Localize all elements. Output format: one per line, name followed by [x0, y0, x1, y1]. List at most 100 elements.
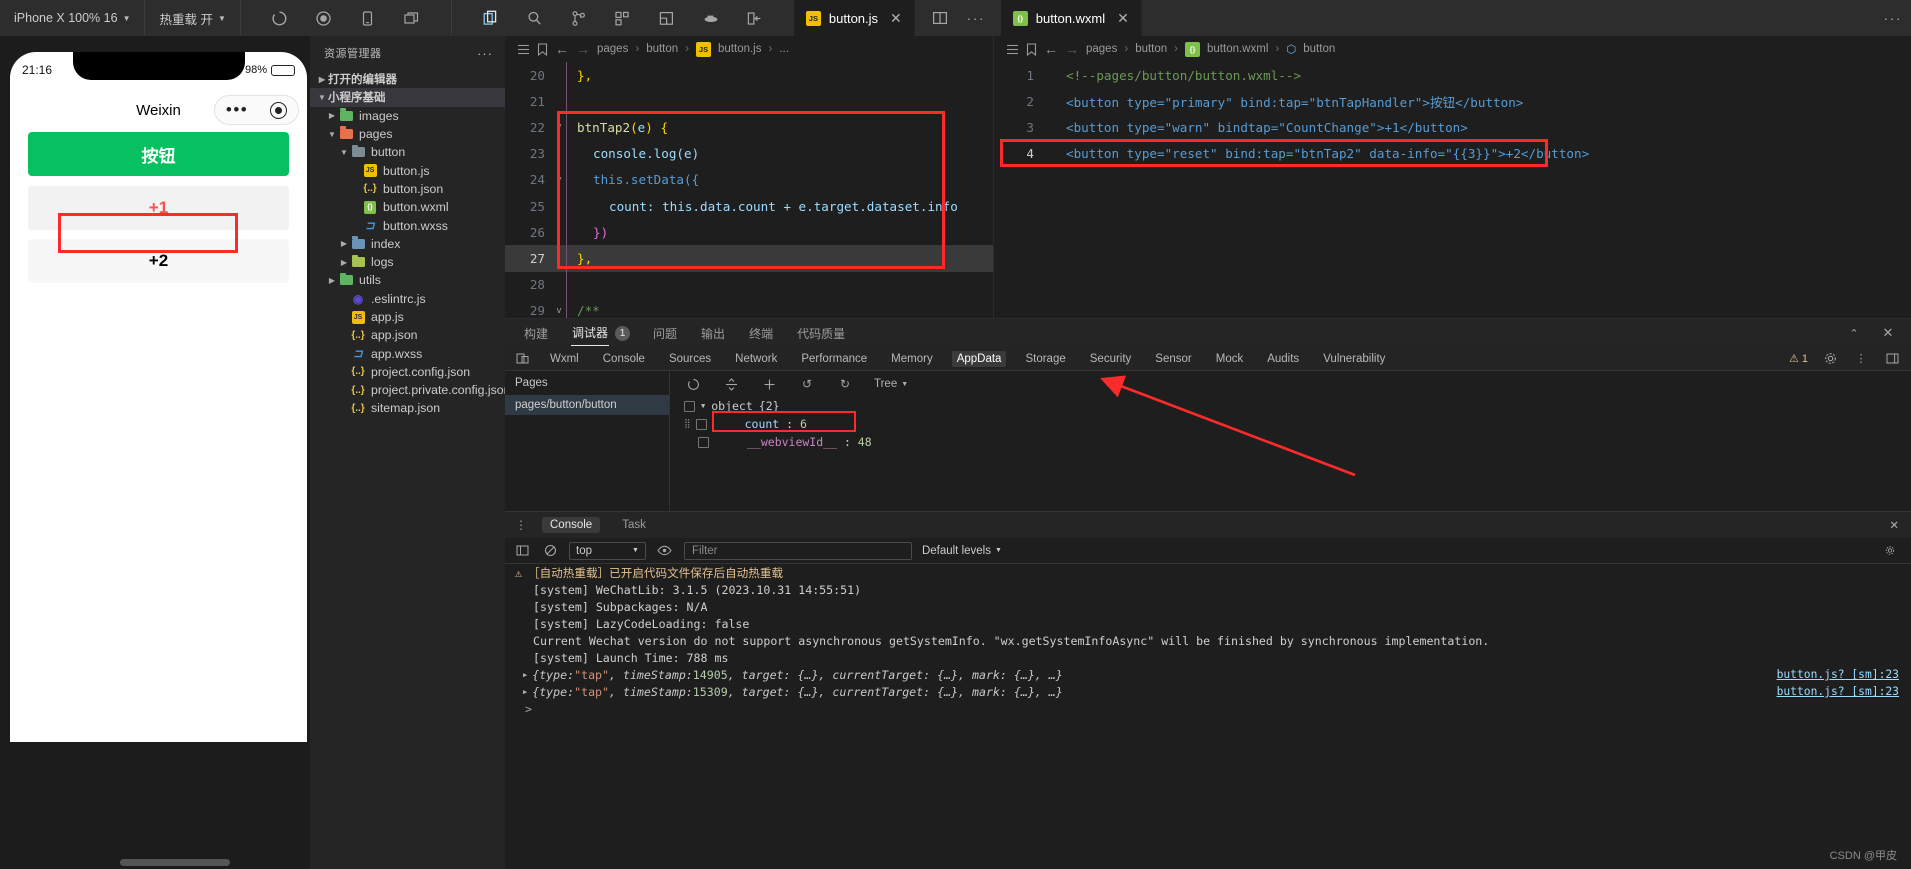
menu-dots-icon[interactable]: •••	[226, 101, 248, 118]
tab-mock[interactable]: Mock	[1211, 351, 1248, 367]
gear-icon[interactable]	[1885, 542, 1903, 560]
refresh-icon[interactable]	[271, 9, 289, 27]
tree-item-images[interactable]: images	[310, 107, 505, 125]
tree-item-sitemap-json[interactable]: {..} sitemap.json	[310, 399, 505, 417]
simulator-scrollbar[interactable]	[120, 859, 230, 866]
tab-network[interactable]: Network	[730, 351, 782, 367]
explorer-more-icon[interactable]: ···	[477, 46, 493, 61]
tab-code-quality[interactable]: 代码质量	[796, 321, 846, 346]
console-filter-input[interactable]: Filter	[683, 541, 912, 560]
tab-vulnerability[interactable]: Vulnerability	[1318, 351, 1390, 367]
code-editor-js[interactable]: 20 }, 21 22 v btnTap2(e) {23 console.lo…	[505, 62, 993, 318]
console-message-object[interactable]: ▶ {type: "tap", timeStamp: 15309, target…	[505, 683, 1911, 700]
tree-item-app-json[interactable]: {..} app.json	[310, 326, 505, 344]
back-arrow-icon[interactable]: ←	[555, 41, 569, 57]
tab-debugger[interactable]: 调试器	[571, 320, 610, 346]
console-levels-selector[interactable]: Default levels ▼	[922, 545, 1002, 557]
fold-chevron-icon[interactable]: v	[551, 306, 567, 316]
extensions-icon[interactable]	[614, 9, 632, 27]
tab-terminal[interactable]: 终端	[748, 321, 774, 346]
device-toolbar-icon[interactable]	[513, 350, 531, 368]
tab-problems[interactable]: 问题	[652, 321, 678, 346]
tab-storage[interactable]: Storage	[1020, 351, 1070, 367]
tree-item-button-wxml[interactable]: {} button.wxml	[310, 198, 505, 216]
chevron-right-icon[interactable]: ▶	[523, 688, 527, 696]
tree-item-utils[interactable]: utils	[310, 271, 505, 289]
refresh-icon[interactable]	[684, 375, 702, 393]
tree-item-project-private-config[interactable]: {..} project.private.config.json	[310, 381, 505, 399]
drag-handle-icon[interactable]: ⣿	[684, 419, 691, 429]
mini-button-primary[interactable]: 按钮	[28, 132, 289, 176]
close-icon[interactable]: ✕	[1889, 518, 1911, 532]
tab-wxml[interactable]: Wxml	[545, 351, 584, 367]
tree-item-button[interactable]: button	[310, 143, 505, 161]
appdata-row-count[interactable]: ⣿ count : 6	[670, 411, 1911, 433]
forward-arrow-icon[interactable]: →	[1065, 41, 1079, 57]
explorer-icon[interactable]	[482, 9, 500, 27]
expand-icon[interactable]	[760, 375, 778, 393]
chevron-right-icon[interactable]: ▶	[523, 671, 527, 679]
tab-memory[interactable]: Memory	[886, 351, 938, 367]
redo-icon[interactable]: ↻	[836, 375, 854, 393]
docker-icon[interactable]	[702, 9, 720, 27]
breadcrumb-segment[interactable]: pages	[1086, 43, 1117, 55]
console-source-link[interactable]: button.js? [sm]:23	[1777, 668, 1899, 681]
clear-icon[interactable]	[541, 542, 559, 560]
breadcrumb-segment[interactable]: pages	[597, 43, 628, 55]
hot-reload-selector[interactable]: 热重载 开 ▼	[145, 0, 241, 36]
fold-chevron-icon[interactable]: v	[551, 175, 567, 185]
execution-context-selector[interactable]: top ▼	[569, 541, 646, 560]
editor-tab-button-wxml[interactable]: {} button.wxml ✕	[1000, 0, 1142, 36]
chevron-down-icon[interactable]: ▼	[701, 402, 705, 410]
console-source-link[interactable]: button.js? [sm]:23	[1777, 685, 1899, 698]
tab-sources[interactable]: Sources	[664, 351, 716, 367]
chevron-up-icon[interactable]: ⌃	[1845, 324, 1863, 342]
expand-box-icon[interactable]	[684, 400, 695, 412]
record-icon[interactable]	[315, 9, 333, 27]
console-sidebar-icon[interactable]	[513, 542, 531, 560]
weixin-capsule[interactable]: •••	[214, 95, 299, 125]
bookmark-icon[interactable]	[537, 42, 548, 56]
close-circle-icon[interactable]	[270, 101, 288, 119]
tree-item-index[interactable]: index	[310, 235, 505, 253]
expand-box-icon[interactable]	[698, 436, 709, 448]
source-control-icon[interactable]	[570, 9, 588, 27]
breadcrumb-segment[interactable]: ...	[779, 43, 789, 55]
collapse-icon[interactable]	[722, 375, 740, 393]
more-icon[interactable]: ···	[1884, 9, 1902, 27]
tab-performance[interactable]: Performance	[796, 351, 872, 367]
outline-icon[interactable]	[1006, 43, 1019, 56]
console-message-object[interactable]: ▶ {type: "tap", timeStamp: 14905, target…	[505, 666, 1911, 683]
mini-button-warn[interactable]: +1	[28, 186, 289, 230]
fold-chevron-icon[interactable]: v	[551, 122, 567, 132]
tree-item-eslintrc[interactable]: ◉ .eslintrc.js	[310, 290, 505, 308]
pages-list-item[interactable]: pages/button/button	[505, 395, 669, 415]
view-mode-selector[interactable]: Tree ▼	[874, 378, 908, 390]
breadcrumb-segment[interactable]: button	[1135, 43, 1167, 55]
appdata-row-object[interactable]: ▼ object {2}	[670, 397, 1911, 415]
eye-icon[interactable]	[656, 542, 674, 560]
code-editor-wxml[interactable]: 1 <!--pages/button/button.wxml--> 2 <but…	[994, 62, 1911, 318]
tree-item-app-js[interactable]: JS app.js	[310, 308, 505, 326]
tab-appdata[interactable]: AppData	[951, 350, 1007, 367]
tab-console[interactable]: Console	[542, 517, 601, 533]
back-arrow-icon[interactable]: ←	[1044, 41, 1058, 57]
tab-output[interactable]: 输出	[700, 321, 726, 346]
dock-icon[interactable]	[1883, 350, 1901, 368]
mini-button-reset[interactable]: +2	[28, 239, 289, 283]
close-icon[interactable]: ✕	[890, 10, 902, 27]
tree-section-open-editors[interactable]: 打开的编辑器	[310, 70, 505, 88]
more-vertical-icon[interactable]: ⋮	[515, 518, 527, 532]
mobile-icon[interactable]	[359, 9, 377, 27]
warning-triangle-icon[interactable]: ⚠ 1	[1789, 352, 1808, 365]
breadcrumb-segment[interactable]: button	[1303, 43, 1335, 55]
expand-box-icon[interactable]	[695, 418, 707, 430]
tree-item-app-wxss[interactable]: ⊐ app.wxss	[310, 344, 505, 362]
forward-arrow-icon[interactable]: →	[576, 41, 590, 57]
tree-item-project-config[interactable]: {..} project.config.json	[310, 363, 505, 381]
split-editor-icon[interactable]	[931, 9, 949, 27]
close-icon[interactable]: ✕	[1879, 324, 1897, 342]
undo-icon[interactable]: ↺	[798, 375, 816, 393]
outline-icon[interactable]	[517, 43, 530, 56]
tree-item-pages[interactable]: pages	[310, 125, 505, 143]
